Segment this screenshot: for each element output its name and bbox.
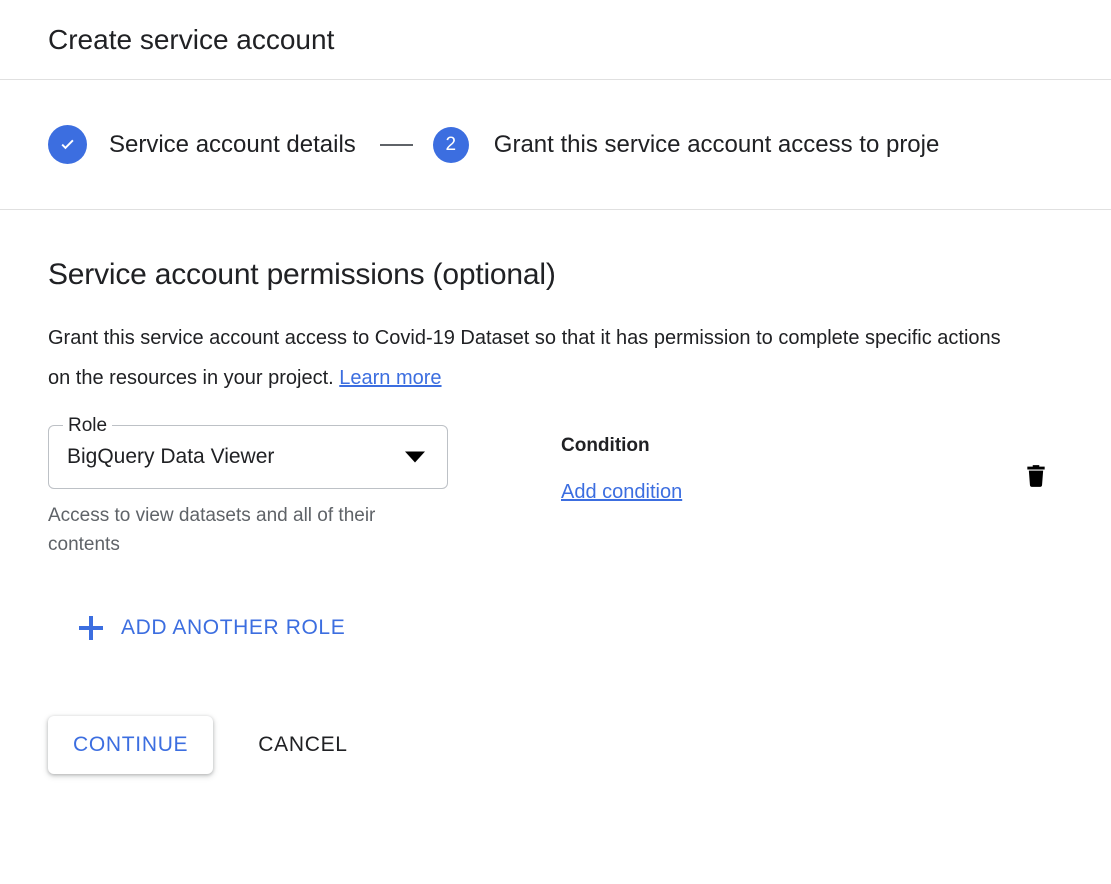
step-2-number: 2 xyxy=(445,134,457,155)
wizard-stepper: Service account details 2 Grant this ser… xyxy=(0,80,1111,209)
role-helper-text: Access to view datasets and all of their… xyxy=(48,505,376,555)
section-title: Service account permissions (optional) xyxy=(48,258,556,291)
learn-more-link[interactable]: Learn more xyxy=(339,367,441,389)
condition-label: Condition xyxy=(561,435,650,456)
section-description-text: Grant this service account access to Cov… xyxy=(48,327,1001,389)
continue-button[interactable]: CONTINUE xyxy=(48,716,214,774)
role-select[interactable]: Role BigQuery Data Viewer xyxy=(48,416,448,489)
condition-column: Condition Add condition xyxy=(561,425,682,504)
check-icon xyxy=(60,139,74,149)
add-condition-link[interactable]: Add condition xyxy=(561,480,682,504)
role-row: Role BigQuery Data Viewer Access to view… xyxy=(48,416,1063,559)
step-2-number-marker: 2 xyxy=(432,126,469,163)
section-description: Grant this service account access to Cov… xyxy=(48,318,1008,398)
cancel-button[interactable]: CANCEL xyxy=(242,716,363,774)
page-title: Create service account xyxy=(48,23,335,55)
chevron-down-icon[interactable] xyxy=(405,451,425,463)
plus-icon xyxy=(79,616,103,640)
add-another-role-label: ADD ANOTHER ROLE xyxy=(121,616,346,639)
stepper-step-service-account-details[interactable]: Service account details xyxy=(48,125,356,164)
footer-actions: CONTINUE CANCEL xyxy=(48,716,1063,774)
stepper-step-grant-access[interactable]: 2 Grant this service account access to p… xyxy=(432,126,940,163)
trash-icon xyxy=(1027,465,1045,487)
permissions-section: Service account permissions (optional) G… xyxy=(0,210,1111,774)
step-1-completed-marker xyxy=(48,125,87,164)
delete-role-button[interactable] xyxy=(1019,459,1053,493)
role-field-column: Role BigQuery Data Viewer Access to view… xyxy=(48,416,448,559)
page-header: Create service account xyxy=(0,0,1111,79)
stepper-connector xyxy=(379,143,413,146)
stepper-step-2-label: Grant this service account access to pro… xyxy=(493,130,940,158)
role-field-label: Role xyxy=(63,416,113,436)
role-selected-value: BigQuery Data Viewer xyxy=(67,445,275,468)
stepper-step-1-label: Service account details xyxy=(109,130,356,158)
add-another-role-button[interactable]: ADD ANOTHER ROLE xyxy=(73,612,351,644)
